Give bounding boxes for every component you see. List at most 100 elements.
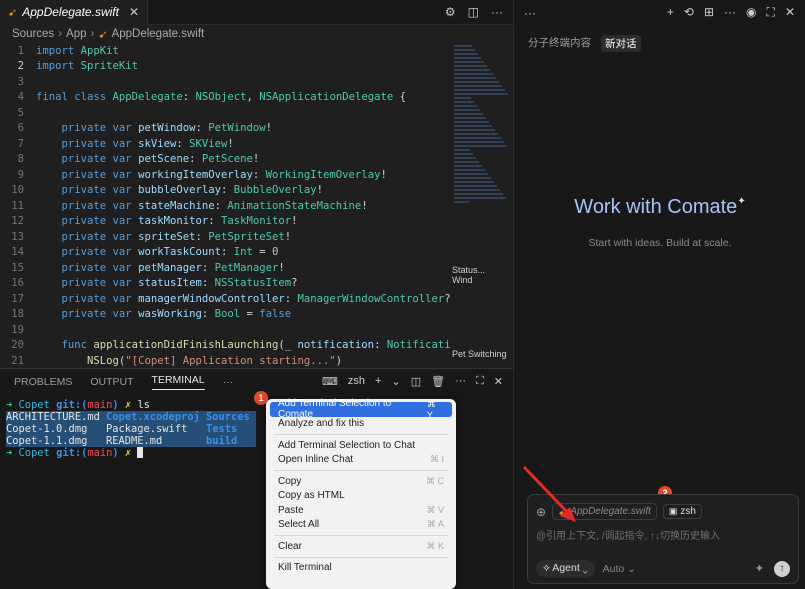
code-token: private var — [61, 292, 139, 305]
grid-icon[interactable]: ⊞ — [704, 5, 714, 20]
menu-item[interactable]: Add Terminal Selection to Comate ⌘ Y — [270, 398, 452, 420]
sparkle-icon: ✦ — [737, 196, 746, 207]
code-token: : — [201, 277, 215, 290]
code-token: workTaskCount — [138, 246, 221, 259]
chat-tab-terminal-content[interactable]: 分子终端内容 — [528, 35, 591, 52]
more-actions-icon[interactable]: ··· — [491, 5, 503, 19]
code-token: ! — [380, 168, 387, 181]
tab-output[interactable]: OUTPUT — [90, 376, 133, 388]
split-editor-icon[interactable]: ◫ — [468, 5, 479, 19]
minimap[interactable]: Status... Wind Pet Switching — [450, 43, 508, 368]
minimap-line — [454, 157, 476, 159]
terminal-file: build — [206, 435, 238, 447]
code-token: AppKit — [80, 44, 119, 57]
more-icon[interactable]: ··· — [455, 375, 466, 388]
enhance-prompt-icon[interactable]: ✦ — [755, 562, 764, 575]
code-token: ! — [291, 215, 298, 228]
menu-item[interactable]: Copy as HTML — [270, 489, 452, 504]
chevron-down-icon[interactable]: ⌄ — [391, 375, 400, 388]
model-label: Auto — [602, 562, 625, 575]
chat-input-placeholder[interactable]: @引用上下文, /调起指令, ↑↓切换历史输入 — [528, 520, 798, 542]
menu-divider — [274, 434, 448, 435]
agent-mode-button[interactable]: ⟡ Agent ⌄ — [536, 560, 595, 577]
menu-item[interactable]: Clear ⌘ K — [270, 539, 452, 554]
chevron-right-icon: › — [58, 28, 63, 40]
breadcrumb-item[interactable]: AppDelegate.swift — [112, 28, 205, 40]
line-number: 3 — [17, 75, 24, 88]
shell-label[interactable]: zsh — [348, 375, 365, 388]
terminal-file: Copet.xcodeproj — [106, 411, 200, 423]
terminal-file: Tests — [206, 423, 238, 435]
menu-item[interactable]: Kill Terminal — [270, 561, 452, 576]
menu-item-label: Open Inline Chat — [278, 454, 354, 466]
menu-item-label: Copy — [278, 475, 302, 487]
code-token: = — [240, 308, 260, 321]
account-icon[interactable]: ◉ — [746, 5, 756, 20]
context-chip-terminal[interactable]: ▣ zsh — [662, 504, 702, 519]
line-number: 5 — [17, 106, 24, 119]
editor-tab[interactable]: ➹ AppDelegate.swift ✕ — [0, 0, 149, 25]
new-chat-icon[interactable]: + — [667, 5, 674, 20]
terminal-selection: Copet-1.0.dmg Package.swift Tests — [6, 423, 256, 435]
maximize-icon[interactable]: ⛶ — [767, 5, 775, 20]
send-button[interactable]: ↑ — [774, 560, 790, 577]
menu-item-shortcut: ⌘ K — [426, 540, 444, 551]
maximize-panel-icon[interactable]: ⛶ — [476, 375, 484, 388]
code-token: private var — [61, 168, 139, 181]
code-token: : — [176, 137, 190, 150]
code-line: 7 private var skView: SKView! — [0, 136, 450, 152]
close-tab-icon[interactable]: ✕ — [129, 5, 139, 19]
code-token: private var — [61, 230, 139, 243]
breadcrumb-item[interactable]: App — [66, 28, 86, 40]
panel-actions: ⌨ zsh + ⌄ ◫ 🗑 ··· ⛶ ✕ — [322, 375, 503, 388]
new-terminal-icon[interactable]: + — [375, 375, 381, 388]
menu-item[interactable]: Paste ⌘ V — [270, 503, 452, 518]
minimap-line — [454, 133, 498, 135]
prompt-branch: main — [87, 399, 113, 411]
code-token: BubbleOverlay — [233, 184, 317, 197]
menu-item[interactable]: Add Terminal Selection to Chat — [270, 438, 452, 453]
minimap-line — [454, 77, 496, 79]
input-actions: ✦ ↑ — [755, 560, 790, 577]
trash-icon[interactable]: 🗑 — [431, 375, 445, 388]
line-number: 20 — [11, 339, 24, 352]
tab-problems[interactable]: PROBLEMS — [14, 376, 72, 388]
code-token: AppDelegate — [112, 91, 183, 104]
chat-more-icon[interactable]: ··· — [524, 6, 536, 20]
code-token: ! — [316, 184, 324, 197]
copilot-icon[interactable]: ⚙ — [445, 5, 456, 19]
chat-tab-new-chat[interactable]: 新对话 — [601, 35, 641, 52]
chat-header-icons: + ⟲ ⊞ ··· ◉ ⛶ ✕ — [667, 5, 795, 20]
panel-more-icon[interactable]: ··· — [223, 376, 234, 388]
breadcrumb-item[interactable]: Sources — [12, 28, 54, 40]
hero-title: Work with Comate✦ — [514, 196, 805, 219]
comate-chat-panel: ··· + ⟲ ⊞ ··· ◉ ⛶ ✕ 分子终端内容 新对话 Work with… — [513, 0, 805, 589]
menu-item[interactable]: Copy ⌘ C — [270, 474, 452, 489]
line-number: 2 — [17, 60, 24, 73]
split-terminal-icon[interactable]: ◫ — [411, 375, 421, 388]
minimap-line — [454, 117, 486, 119]
minimap-line — [454, 197, 506, 199]
code-editor[interactable]: 1 import AppKit 2 import SpriteKit 3 4 final c… — [0, 43, 450, 368]
close-panel-icon[interactable]: ✕ — [494, 375, 503, 388]
menu-item[interactable]: Select All ⌘ A — [270, 518, 452, 533]
model-selector[interactable]: Auto ⌄ — [603, 563, 636, 575]
minimap-line — [454, 85, 502, 87]
swift-file-icon: ➹ — [98, 28, 108, 41]
tab-terminal[interactable]: TERMINAL — [151, 374, 205, 390]
chat-input-box[interactable]: ⊕ ➹ AppDelegate.swift ▣ zsh @引用上下文, /调起指… — [527, 494, 799, 584]
more-icon[interactable]: ··· — [724, 5, 736, 20]
menu-item[interactable]: Open Inline Chat ⌘ I — [270, 453, 452, 468]
line-number: 7 — [17, 137, 24, 150]
close-icon[interactable]: ✕ — [785, 5, 795, 20]
context-chip-file[interactable]: ➹ AppDelegate.swift — [552, 503, 657, 520]
history-icon[interactable]: ⟲ — [684, 5, 694, 20]
agent-icon: ⟡ — [543, 562, 550, 574]
code-line: 12 private var taskMonitor: TaskMonitor! — [0, 214, 450, 230]
code-token: ! — [284, 230, 292, 243]
add-context-icon[interactable]: ⊕ — [536, 505, 546, 519]
